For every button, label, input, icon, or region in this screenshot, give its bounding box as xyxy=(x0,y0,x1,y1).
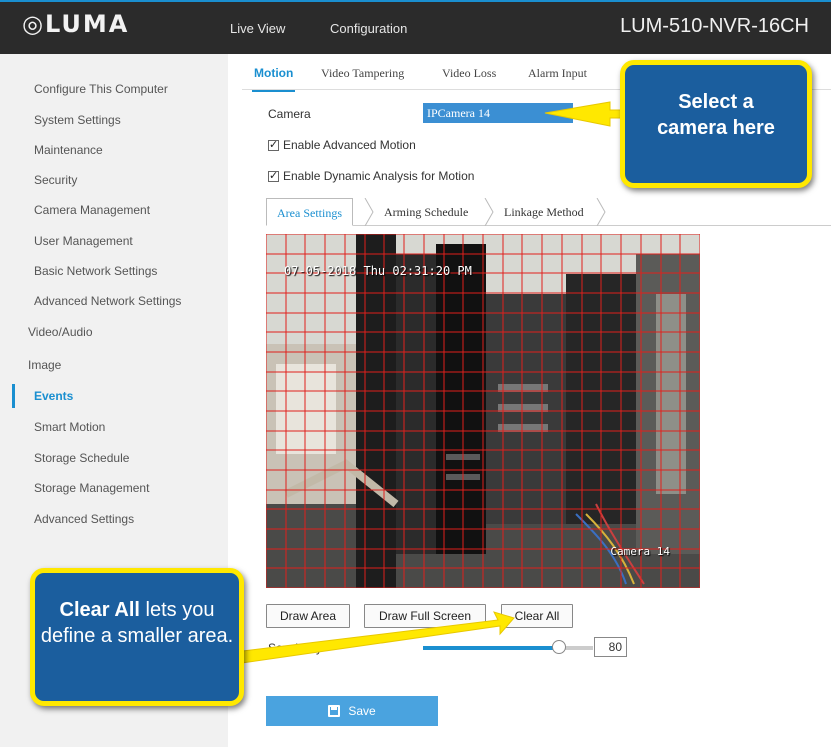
device-name: LUM-510-NVR-16CH xyxy=(620,15,809,37)
clear-all-button[interactable]: Clear All xyxy=(501,604,573,628)
sidebar-item-storage-management[interactable]: Storage Management xyxy=(12,476,228,500)
sensitivity-value-input[interactable]: 80 xyxy=(594,637,627,657)
nav-configuration[interactable]: Configuration xyxy=(330,21,407,36)
sidebar-item-advanced-settings[interactable]: Advanced Settings xyxy=(12,507,228,531)
sidebar-item-security[interactable]: Security xyxy=(12,168,228,192)
select-camera-callout: Select a camera here xyxy=(620,60,812,188)
enable-dynamic-analysis-label: Enable Dynamic Analysis for Motion xyxy=(283,169,475,183)
tab-alarm-input[interactable]: Alarm Input xyxy=(528,66,587,81)
sidebar-item-configure-this-computer[interactable]: Configure This Computer xyxy=(12,77,228,101)
luma-logo: ◎LUMA xyxy=(22,10,130,38)
sidebar-item-storage-schedule[interactable]: Storage Schedule xyxy=(12,446,228,470)
camera-select[interactable]: IPCamera 14 xyxy=(423,103,573,123)
checkbox-check-icon xyxy=(268,138,279,151)
sidebar-item-image[interactable]: Image xyxy=(12,353,228,377)
nav-live-view[interactable]: Live View xyxy=(230,21,285,36)
clear-all-callout-bold: Clear All xyxy=(59,599,140,621)
sidebar-item-smart-motion[interactable]: Smart Motion xyxy=(12,415,228,439)
chevron-separator-icon xyxy=(596,198,606,226)
sidebar-item-basic-network-settings[interactable]: Basic Network Settings xyxy=(12,259,228,283)
save-button[interactable]: Save xyxy=(266,696,438,726)
draw-full-screen-button[interactable]: Draw Full Screen xyxy=(364,604,486,628)
sensitivity-slider-handle[interactable] xyxy=(552,640,566,654)
sidebar-item-video-audio[interactable]: Video/Audio xyxy=(12,320,228,344)
sidebar-item-maintenance[interactable]: Maintenance xyxy=(12,138,228,162)
sidebar-item-user-management[interactable]: User Management xyxy=(12,229,228,253)
save-button-label: Save xyxy=(348,704,376,718)
tab-video-tampering[interactable]: Video Tampering xyxy=(321,66,404,81)
motion-subtabs: Area Settings Arming Schedule Linkage Me… xyxy=(266,198,831,226)
chevron-separator-icon xyxy=(484,198,494,226)
select-camera-callout-text: Select a camera here xyxy=(657,91,775,139)
subtab-linkage-method[interactable]: Linkage Method xyxy=(494,198,594,226)
video-timestamp: 07-05-2018 Thu 02:31:20 PM xyxy=(284,264,472,278)
clear-all-callout: Clear All lets you define a smaller area… xyxy=(30,568,244,706)
subtab-arming-schedule[interactable]: Arming Schedule xyxy=(374,198,478,226)
tab-motion[interactable]: Motion xyxy=(251,66,296,92)
camera-label: Camera xyxy=(268,107,311,121)
enable-dynamic-analysis-checkbox[interactable]: Enable Dynamic Analysis for Motion xyxy=(268,169,474,183)
camera-video-feed[interactable]: 07-05-2018 Thu 02:31:20 PM Camera 14 xyxy=(266,234,700,588)
tab-video-loss[interactable]: Video Loss xyxy=(442,66,496,81)
sensitivity-slider-fill xyxy=(423,646,559,650)
floppy-disk-icon xyxy=(328,705,341,717)
checkbox-check-icon xyxy=(268,169,279,182)
subtab-area-settings[interactable]: Area Settings xyxy=(266,198,353,226)
top-bar: ◎LUMA Live View Configuration LUM-510-NV… xyxy=(0,0,831,54)
video-camera-name: Camera 14 xyxy=(610,545,670,558)
sensitivity-label: Sensitivity xyxy=(268,641,323,655)
sidebar-item-system-settings[interactable]: System Settings xyxy=(12,108,228,132)
draw-area-button[interactable]: Draw Area xyxy=(266,604,350,628)
chevron-separator-icon xyxy=(364,198,374,226)
sidebar-item-advanced-network-settings[interactable]: Advanced Network Settings xyxy=(12,289,228,313)
enable-advanced-motion-checkbox[interactable]: Enable Advanced Motion xyxy=(268,138,416,152)
enable-advanced-motion-label: Enable Advanced Motion xyxy=(283,138,416,152)
sidebar-item-events[interactable]: Events xyxy=(12,384,228,408)
sidebar-item-camera-management[interactable]: Camera Management xyxy=(12,198,228,222)
sensitivity-slider[interactable] xyxy=(423,640,593,654)
video-frame xyxy=(266,234,700,588)
